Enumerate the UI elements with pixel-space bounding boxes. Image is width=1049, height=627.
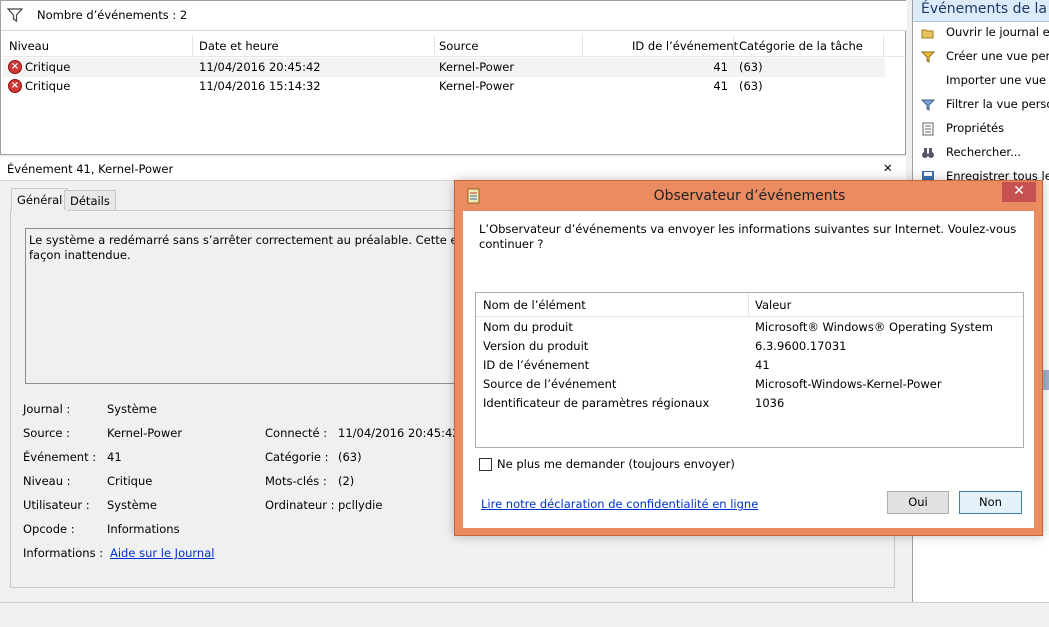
user-value: Système [107, 498, 157, 512]
col-separator[interactable] [192, 35, 193, 57]
keywords-value: (2) [338, 474, 355, 488]
col-separator[interactable] [748, 293, 749, 317]
list-item-value: 41 [755, 358, 770, 372]
privacy-link[interactable]: Lire notre déclaration de confidentialit… [481, 497, 758, 511]
journal-value: Système [107, 402, 157, 416]
field-label: Événement : [23, 450, 97, 464]
source-value: Kernel-Power [107, 426, 183, 440]
event-count: Nombre d’événements : 2 [37, 8, 188, 22]
filter-icon [921, 99, 935, 111]
col-header-source[interactable]: Source [439, 39, 479, 53]
list-item-value: 6.3.9600.17031 [755, 339, 847, 353]
detail-title: Événement 41, Kernel-Power [7, 162, 174, 176]
col-separator[interactable] [883, 35, 884, 57]
list-item-name: ID de l’événement [483, 358, 590, 372]
row-date: 11/04/2016 20:45:42 [199, 60, 321, 74]
category-value: (63) [338, 450, 362, 464]
tab-details[interactable]: Détails [64, 190, 116, 210]
list-header-name[interactable]: Nom de l’élément [483, 298, 586, 312]
list-item-name: Nom du produit [483, 320, 573, 334]
list-header: Nom de l’élément Valeur [476, 293, 1023, 317]
critical-error-icon: × [8, 79, 22, 93]
field-label: Utilisateur : [23, 498, 90, 512]
yes-button[interactable]: Oui [887, 491, 949, 514]
action-label: Créer une vue perso [946, 49, 1049, 63]
confirm-dialog: Observateur d’événements ✕ L’Observateur… [454, 180, 1043, 536]
list-item-value: Microsoft-Windows-Kernel-Power [755, 377, 942, 391]
row-source: Kernel-Power [439, 60, 515, 74]
binoculars-icon [922, 148, 934, 158]
dialog-title: Observateur d’événements [653, 188, 846, 204]
action-label: Importer une vue pe [946, 73, 1049, 87]
field-label: Mots-clés : [265, 474, 327, 488]
dont-ask-checkbox[interactable] [479, 458, 492, 471]
action-label: Filtrer la vue person [946, 97, 1049, 111]
detail-close-icon[interactable]: ✕ [883, 161, 893, 175]
actions-pane-title[interactable]: Événements de la p [913, 0, 1049, 22]
open-folder-icon [921, 29, 934, 39]
no-button[interactable]: Non [959, 491, 1022, 514]
row-date: 11/04/2016 15:14:32 [199, 79, 321, 93]
field-label: Connecté : [265, 426, 328, 440]
detail-title-bar: Événement 41, Kernel-Power ✕ [0, 157, 906, 181]
field-label: Catégorie : [265, 450, 329, 464]
table-row[interactable]: × Critique 11/04/2016 20:45:42 Kernel-Po… [3, 58, 885, 77]
field-label: Niveau : [23, 474, 71, 488]
filter-icon [7, 8, 23, 23]
event-id-value: 41 [107, 450, 122, 464]
col-header-level[interactable]: Niveau [9, 39, 49, 53]
computer-value: pcllydie [338, 498, 383, 512]
connected-value: 11/04/2016 20:45:42 [338, 426, 460, 440]
action-label: Ouvrir le journal enr [946, 25, 1049, 39]
row-level: Critique [25, 79, 71, 93]
row-event-id: 41 [713, 79, 728, 93]
row-category: (63) [739, 60, 763, 74]
col-header-category[interactable]: Catégorie de la tâche [739, 39, 863, 53]
list-item-name: Identificateur de paramètres régionaux [483, 396, 710, 410]
list-item-value: Microsoft® Windows® Operating System [755, 320, 994, 334]
dialog-message-line: L’Observateur d’événements va envoyer le… [479, 222, 1017, 236]
field-label: Ordinateur : [265, 498, 335, 512]
row-event-id: 41 [713, 60, 728, 74]
list-item-value: 1036 [755, 396, 785, 410]
field-label: Informations : [23, 546, 104, 560]
col-header-event-id[interactable]: ID de l’événement [632, 39, 738, 53]
col-separator[interactable] [582, 35, 583, 57]
level-value: Critique [107, 474, 153, 488]
row-level: Critique [25, 60, 71, 74]
field-label: Journal : [23, 402, 71, 416]
critical-error-icon: × [8, 60, 22, 74]
table-row[interactable]: × Critique 11/04/2016 15:14:32 Kernel-Po… [3, 77, 885, 96]
field-label: Source : [23, 426, 71, 440]
dialog-body: L’Observateur d’événements va envoyer le… [463, 211, 1034, 528]
help-link[interactable]: Aide sur le Journal [110, 546, 214, 560]
col-separator[interactable] [434, 35, 435, 57]
col-separator[interactable] [733, 35, 734, 57]
status-bar [0, 602, 1049, 627]
action-label: Propriétés [946, 121, 1005, 135]
row-source: Kernel-Power [439, 79, 515, 93]
row-category: (63) [739, 79, 763, 93]
col-header-date[interactable]: Date et heure [199, 39, 279, 53]
opcode-value: Informations [107, 522, 180, 536]
dialog-close-button[interactable]: ✕ [1002, 182, 1036, 202]
filter-bar: Nombre d’événements : 2 [1, 1, 907, 31]
scroll-marker [1042, 370, 1049, 390]
dialog-message-line: continuer ? [479, 237, 544, 251]
filter-create-icon [921, 51, 935, 63]
properties-icon [922, 122, 934, 136]
events-list-panel: Nombre d’événements : 2 Niveau Date et h… [0, 0, 907, 155]
list-header-value[interactable]: Valeur [755, 298, 791, 312]
list-item-name: Source de l’événement [483, 377, 617, 391]
field-label: Opcode : [23, 522, 75, 536]
dialog-title-bar[interactable]: Observateur d’événements ✕ [455, 181, 1044, 211]
dont-ask-label[interactable]: Ne plus me demander (toujours envoyer) [497, 457, 735, 471]
list-item-name: Version du produit [483, 339, 589, 353]
action-label: Rechercher... [946, 145, 1022, 159]
tab-general[interactable]: Général [11, 188, 69, 211]
info-list[interactable]: Nom de l’élément Valeur Nom du produit M… [475, 292, 1024, 448]
table-header: Niveau Date et heure Source ID de l’évén… [3, 35, 905, 57]
